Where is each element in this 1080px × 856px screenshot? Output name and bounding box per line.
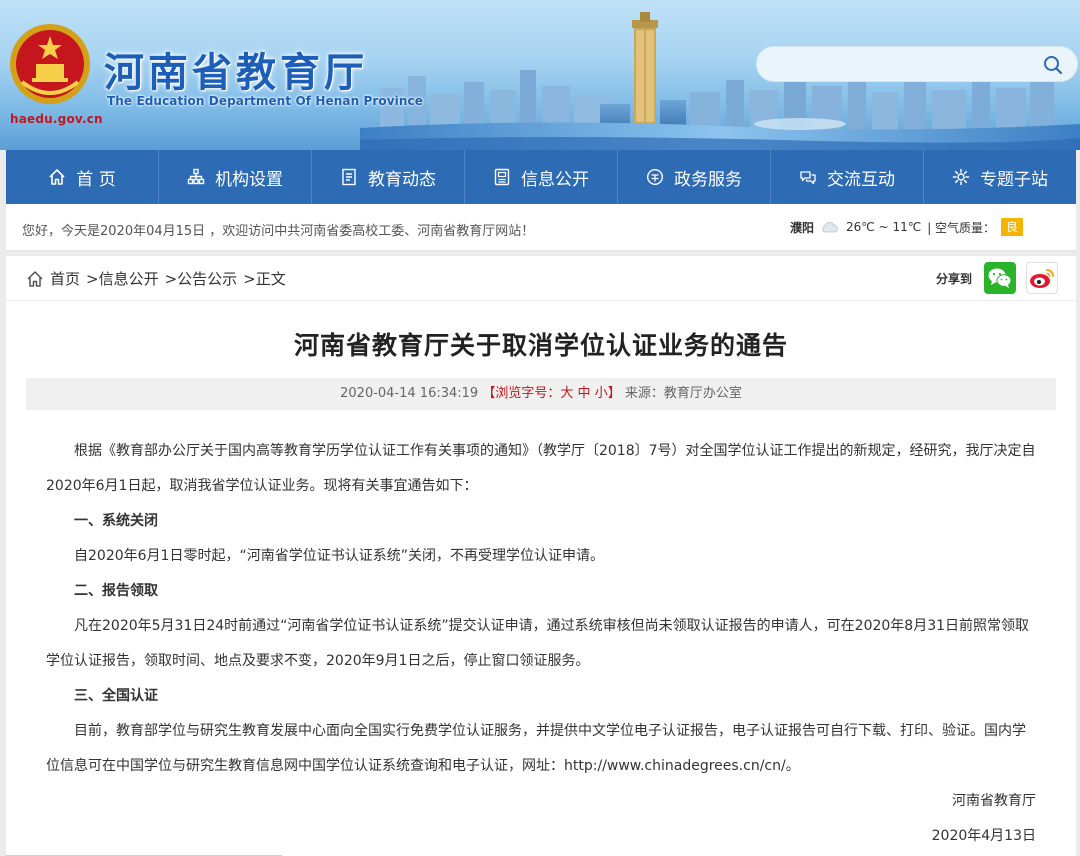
interact-icon — [800, 171, 816, 185]
nav-item-gov-service[interactable]: 政务服务 — [618, 150, 771, 204]
home-icon — [27, 270, 43, 287]
home-icon — [49, 169, 65, 185]
nav-item-topics[interactable]: 专题子站 — [924, 150, 1076, 204]
breadcrumb-current: >正文 — [243, 270, 286, 288]
nav-item-label: 信息公开 — [521, 169, 589, 190]
weather-city: 濮阳 — [790, 220, 815, 235]
cloudy-weather-icon — [822, 222, 838, 233]
font-size-medium-button[interactable]: 中 — [578, 386, 591, 401]
site-subtitle: The Education Department Of Henan Provin… — [107, 94, 423, 108]
nav-item-label: 专题子站 — [980, 169, 1048, 190]
search-input[interactable] — [756, 46, 1078, 82]
nav-item-label: 交流互动 — [827, 169, 895, 190]
breadcrumb-home-link[interactable]: 首页 — [50, 268, 80, 289]
paragraph: 凡在2020年5月31日24时前通过“河南省学位证书认证系统”提交认证申请，通过… — [46, 618, 1030, 669]
font-size-label: 【浏览字号： — [482, 386, 561, 401]
signature-date: 2020年4月13日 — [931, 828, 1036, 844]
national-emblem-icon — [10, 24, 90, 104]
service-icon — [646, 168, 664, 186]
weibo-icon — [1030, 269, 1054, 288]
org-icon — [187, 168, 205, 185]
share-label: 分享到 — [935, 271, 972, 286]
document-icon — [494, 168, 510, 186]
section-heading: 三、全国认证 — [74, 688, 158, 704]
gear-icon — [952, 168, 970, 186]
site-title: 河南省教育厅 — [104, 50, 368, 96]
article-title: 河南省教育厅关于取消学位认证业务的通告 — [293, 331, 788, 360]
weather-widget: 濮阳 26℃ ~ 11℃ | 空气质量： 良 — [790, 218, 1024, 236]
nav-item-info-public[interactable]: 信息公开 — [465, 150, 618, 204]
article-meta: 2020-04-14 16:34:19 【浏览字号：大 中 小】 来源：教育厅办… — [26, 378, 1056, 410]
paragraph: 自2020年6月1日零时起，“河南省学位证书认证系统”关闭，不再受理学位认证申请… — [74, 548, 604, 564]
search-icon[interactable] — [1043, 55, 1063, 75]
article-container: 首页 >信息公开 >公告公示 >正文 分享到 河南省教育厅关于取消学位认证业务的… — [6, 256, 1076, 856]
paragraph-intro: 根据《教育部办公厅关于国内高等教育学历学位认证工作有关事项的通知》（教学厅〔20… — [46, 443, 1036, 494]
nav-item-label: 首 页 — [76, 169, 116, 190]
section-heading: 二、报告领取 — [74, 583, 158, 599]
share-weibo-button[interactable] — [1026, 262, 1058, 294]
font-size-label-close: 】 — [607, 386, 621, 401]
breadcrumb-link[interactable]: >公告公示 — [165, 268, 238, 289]
header-banner: haedu.gov.cn 河南省教育厅 The Education Depart… — [0, 0, 1080, 150]
weather-temperature: 26℃ ~ 11℃ — [846, 220, 922, 234]
news-icon — [342, 168, 356, 186]
welcome-text: 您好，今天是2020年04月15日 ，欢迎访问中共河南省委高校工委、河南省教育厅… — [22, 224, 535, 239]
nav-item-label: 机构设置 — [215, 169, 283, 190]
font-size-small-button[interactable]: 小 — [595, 386, 608, 401]
air-quality-label: | 空气质量： — [927, 220, 996, 235]
nav-item-label: 政务服务 — [674, 169, 742, 190]
air-quality-badge: 良 — [1001, 218, 1024, 236]
breadcrumb: 首页 >信息公开 >公告公示 >正文 — [26, 268, 286, 289]
nav-item-interact[interactable]: 交流互动 — [771, 150, 924, 204]
divider — [6, 300, 1076, 301]
nav-item-news[interactable]: 教育动态 — [312, 150, 465, 204]
share-bar: 分享到 — [936, 262, 1058, 294]
wechat-icon — [988, 268, 1012, 288]
article-source: 来源：教育厅办公室 — [624, 386, 742, 401]
font-size-switcher: 【浏览字号：大 中 小】 — [482, 386, 620, 401]
nav-item-home[interactable]: 首 页 — [6, 150, 159, 204]
breadcrumb-link[interactable]: >信息公开 — [86, 268, 159, 289]
section-heading: 一、系统关闭 — [74, 513, 158, 529]
nav-item-label: 教育动态 — [368, 169, 436, 190]
article-datetime: 2020-04-14 16:34:19 — [340, 386, 479, 401]
nav-item-org[interactable]: 机构设置 — [159, 150, 312, 204]
welcome-bar: 您好，今天是2020年04月15日 ，欢迎访问中共河南省委高校工委、河南省教育厅… — [6, 204, 1076, 251]
font-size-large-button[interactable]: 大 — [560, 386, 573, 401]
paragraph: 目前，教育部学位与研究生教育发展中心面向全国实行免费学位认证服务，并提供中文学位… — [46, 723, 1026, 774]
signature: 河南省教育厅 — [952, 793, 1036, 809]
share-wechat-button[interactable] — [984, 262, 1016, 294]
main-nav: 首 页 机构设置 教育动态 信息公开 政务服务 交流互动 专题子站 — [6, 150, 1076, 204]
article-body: 根据《教育部办公厅关于国内高等教育学历学位认证工作有关事项的通知》（教学厅〔20… — [46, 434, 1036, 854]
site-domain: haedu.gov.cn — [10, 112, 103, 126]
